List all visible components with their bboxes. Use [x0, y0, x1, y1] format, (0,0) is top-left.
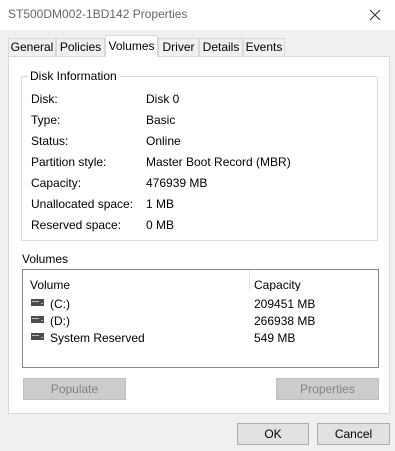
type-value: Basic	[146, 113, 176, 127]
column-divider[interactable]	[249, 270, 250, 291]
capacity-label: Capacity:	[31, 176, 82, 190]
volumes-list[interactable]: Volume Capacity (C:) 209451 MB (D:) 2669…	[22, 269, 379, 368]
ok-button[interactable]: OK	[237, 423, 309, 445]
volumes-heading: Volumes	[22, 252, 69, 266]
partition-style-value: Master Boot Record (MBR)	[146, 155, 291, 169]
reserved-space-label: Reserved space:	[31, 218, 122, 232]
volume-name: (D:)	[50, 314, 70, 328]
type-label: Type:	[31, 113, 61, 127]
reserved-space-value: 0 MB	[146, 218, 175, 232]
volume-capacity: 549 MB	[254, 331, 296, 345]
properties-button[interactable]: Properties	[276, 378, 379, 400]
tab-details[interactable]: Details	[199, 38, 243, 56]
status-label: Status:	[31, 134, 69, 148]
tab-general[interactable]: General	[8, 38, 56, 56]
cancel-button[interactable]: Cancel	[317, 423, 390, 445]
volume-capacity: 209451 MB	[254, 297, 316, 311]
disk-value: Disk 0	[146, 92, 180, 106]
volume-capacity: 266938 MB	[254, 314, 316, 328]
column-header-volume[interactable]: Volume	[30, 278, 70, 292]
capacity-value: 476939 MB	[146, 176, 208, 190]
drive-icon	[31, 316, 44, 323]
unallocated-space-label: Unallocated space:	[31, 197, 134, 211]
tab-driver[interactable]: Driver	[158, 38, 199, 56]
volume-name: (C:)	[50, 297, 70, 311]
header-divider	[23, 291, 378, 292]
volume-row[interactable]: System Reserved 549 MB	[23, 329, 378, 346]
volume-row[interactable]: (D:) 266938 MB	[23, 312, 378, 329]
close-button[interactable]	[355, 0, 395, 30]
title-bar: ST500DM002-1BD142 Properties	[0, 0, 395, 30]
drive-icon	[31, 299, 44, 306]
volume-name: System Reserved	[50, 331, 145, 345]
status-value: Online	[146, 134, 181, 148]
column-header-capacity[interactable]: Capacity	[254, 278, 301, 292]
volume-row[interactable]: (C:) 209451 MB	[23, 295, 378, 312]
tab-panel-volumes: Disk Information Disk: Disk 0 Type: Basi…	[8, 56, 390, 414]
group-title: Disk Information	[28, 69, 119, 83]
unallocated-space-value: 1 MB	[146, 197, 175, 211]
populate-button[interactable]: Populate	[23, 378, 126, 400]
window-title: ST500DM002-1BD142 Properties	[8, 7, 188, 21]
tab-policies[interactable]: Policies	[56, 38, 105, 56]
partition-style-label: Partition style:	[31, 155, 107, 169]
drive-icon	[31, 333, 44, 340]
disk-label: Disk:	[31, 92, 58, 106]
tab-volumes[interactable]: Volumes	[105, 35, 158, 57]
tab-events[interactable]: Events	[243, 38, 285, 56]
close-icon	[369, 9, 381, 21]
